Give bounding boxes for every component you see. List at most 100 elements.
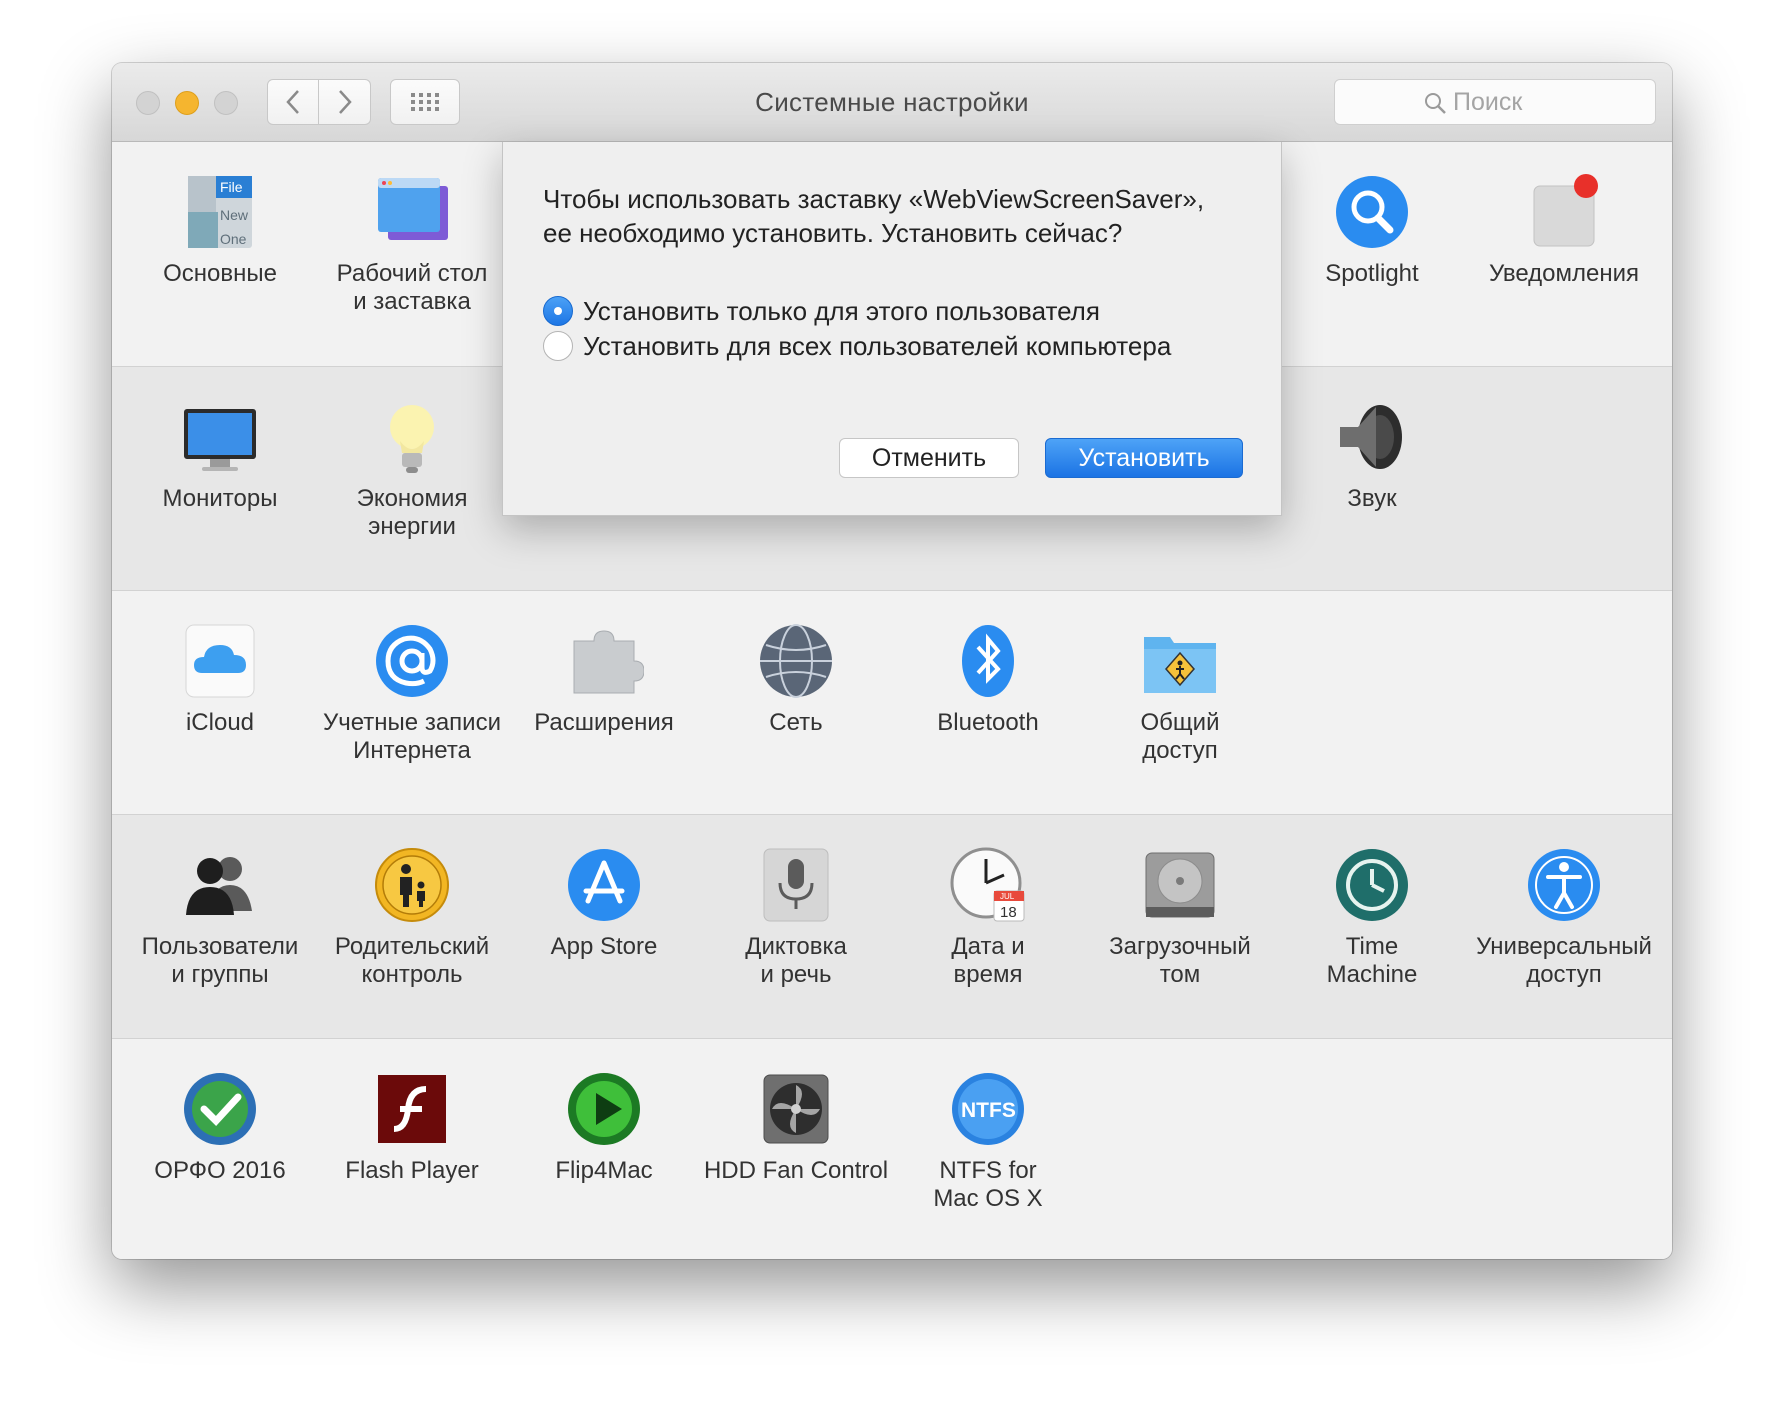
network-icon	[756, 621, 836, 701]
pref-users-groups[interactable]: Пользователи и группы	[124, 815, 316, 1015]
pref-label: Уведомления	[1488, 260, 1640, 287]
pref-label: Загрузочный том	[1109, 933, 1251, 988]
accessibility-icon	[1524, 845, 1604, 925]
date-time-icon: JUL 18	[948, 845, 1028, 925]
general-icon-new-text: New	[220, 207, 249, 223]
pref-internet-accounts[interactable]: Учетные записи Интернета	[316, 591, 508, 791]
titlebar: Системные настройки	[112, 63, 1672, 142]
pref-orfo[interactable]: ОРФО 2016	[124, 1039, 316, 1239]
displays-icon	[180, 397, 260, 477]
users-groups-icon	[180, 845, 260, 925]
pref-accessibility[interactable]: Универсальный доступ	[1468, 815, 1660, 1015]
flip4mac-icon	[564, 1069, 644, 1149]
pref-bluetooth[interactable]: Bluetooth	[892, 591, 1084, 791]
pref-time-machine[interactable]: Time Machine	[1276, 815, 1468, 1015]
flash-player-icon	[372, 1069, 452, 1149]
pref-label: Общий доступ	[1140, 709, 1220, 764]
pref-dictation[interactable]: Диктовка и речь	[700, 815, 892, 1015]
search-icon	[1425, 93, 1446, 114]
radio-label: Установить только для этого пользователя	[583, 295, 1100, 326]
install-all-users-option[interactable]: Установить для всех пользователей компью…	[543, 329, 1171, 363]
pref-label: iCloud	[185, 709, 255, 736]
pref-energy-saver[interactable]: Экономия энергии	[316, 367, 508, 567]
pref-label: Flip4Mac	[555, 1157, 653, 1184]
radio-label: Установить для всех пользователей компью…	[583, 330, 1172, 361]
pref-general[interactable]: File New One Основные	[124, 142, 316, 342]
install-current-user-option[interactable]: Установить только для этого пользователя	[543, 294, 1100, 328]
sharing-icon	[1140, 621, 1220, 701]
preferences-row-4: Пользователи и группы Родительский контр…	[112, 815, 1672, 1039]
pref-icloud[interactable]: iCloud	[124, 591, 316, 791]
calendar-month-text: JUL	[1000, 892, 1015, 901]
cancel-button[interactable]: Отменить	[839, 438, 1019, 478]
pref-app-store[interactable]: App Store	[508, 815, 700, 1015]
pref-label: App Store	[550, 933, 658, 960]
general-icon-one-text: One	[220, 231, 247, 247]
pref-sharing[interactable]: Общий доступ	[1084, 591, 1276, 791]
pref-parental-controls[interactable]: Родительский контроль	[316, 815, 508, 1015]
pref-hdd-fan-control[interactable]: HDD Fan Control	[700, 1039, 892, 1239]
install-screensaver-dialog: Чтобы использовать заставку «WebViewScre…	[502, 142, 1282, 516]
pref-label: Bluetooth	[937, 709, 1039, 736]
pref-label: Time Machine	[1326, 933, 1418, 988]
pref-label: ОРФО 2016	[154, 1157, 286, 1184]
pref-flash-player[interactable]: Flash Player	[316, 1039, 508, 1239]
pref-label: Родительский контроль	[334, 933, 490, 988]
general-icon-file-text: File	[220, 179, 243, 195]
time-machine-icon	[1332, 845, 1412, 925]
dictation-icon	[756, 845, 836, 925]
pref-label: Сеть	[769, 709, 823, 736]
pref-label: Основные	[163, 260, 277, 287]
radio-button[interactable]	[543, 331, 573, 361]
pref-spotlight[interactable]: Spotlight	[1276, 142, 1468, 342]
orfo-icon	[180, 1069, 260, 1149]
search-input[interactable]	[1453, 88, 1633, 116]
pref-network[interactable]: Сеть	[700, 591, 892, 791]
calendar-day-text: 18	[1000, 904, 1017, 921]
dialog-message: Чтобы использовать заставку «WebViewScre…	[543, 182, 1243, 250]
ntfs-icon-text: NTFS	[961, 1099, 1016, 1122]
pref-date-time[interactable]: JUL 18 Дата и время	[892, 815, 1084, 1015]
extensions-icon	[564, 621, 644, 701]
hdd-fan-control-icon	[756, 1069, 836, 1149]
dialog-message-line-1: Чтобы использовать заставку «WebViewScre…	[543, 184, 1205, 214]
startup-disk-icon	[1140, 845, 1220, 925]
notifications-icon	[1524, 172, 1604, 252]
pref-flip4mac[interactable]: Flip4Mac	[508, 1039, 700, 1239]
ntfs-icon: NTFS	[948, 1069, 1028, 1149]
pref-ntfs[interactable]: NTFS NTFS for Mac OS X	[892, 1039, 1084, 1239]
search-field[interactable]	[1334, 79, 1656, 125]
general-icon: File New One	[180, 172, 260, 252]
pref-label: HDD Fan Control	[703, 1157, 889, 1184]
pref-label: Spotlight	[1325, 260, 1419, 287]
energy-saver-icon	[372, 397, 452, 477]
pref-extensions[interactable]: Расширения	[508, 591, 700, 791]
radio-button-selected[interactable]	[543, 296, 573, 326]
pref-label: Рабочий стол и заставка	[336, 260, 488, 315]
dialog-message-line-2: ее необходимо установить. Установить сей…	[543, 218, 1123, 248]
internet-accounts-icon	[372, 621, 452, 701]
pref-displays[interactable]: Мониторы	[124, 367, 316, 567]
pref-label: Универсальный доступ	[1476, 933, 1652, 988]
parental-controls-icon	[372, 845, 452, 925]
pref-label: Flash Player	[345, 1157, 479, 1184]
pref-label: Экономия энергии	[356, 485, 468, 540]
pref-notifications[interactable]: Уведомления	[1468, 142, 1660, 342]
sound-icon	[1332, 397, 1412, 477]
app-store-icon	[564, 845, 644, 925]
desktop-screensaver-icon	[372, 172, 452, 252]
install-button[interactable]: Установить	[1045, 438, 1243, 478]
pref-label: Мониторы	[162, 485, 278, 512]
pref-desktop-screensaver[interactable]: Рабочий стол и заставка	[316, 142, 508, 342]
pref-label: Дата и время	[951, 933, 1025, 988]
pref-label: Расширения	[534, 709, 674, 736]
spotlight-icon	[1332, 172, 1412, 252]
pref-label: NTFS for Mac OS X	[933, 1157, 1043, 1212]
system-preferences-window: Системные настройки File New One Основны…	[112, 63, 1672, 1259]
bluetooth-icon	[948, 621, 1028, 701]
pref-startup-disk[interactable]: Загрузочный том	[1084, 815, 1276, 1015]
preferences-row-5: ОРФО 2016 Flash Player Flip4Mac HDD Fan …	[112, 1039, 1672, 1259]
icloud-icon	[180, 621, 260, 701]
pref-sound[interactable]: Звук	[1276, 367, 1468, 567]
pref-label: Пользователи и группы	[141, 933, 299, 988]
